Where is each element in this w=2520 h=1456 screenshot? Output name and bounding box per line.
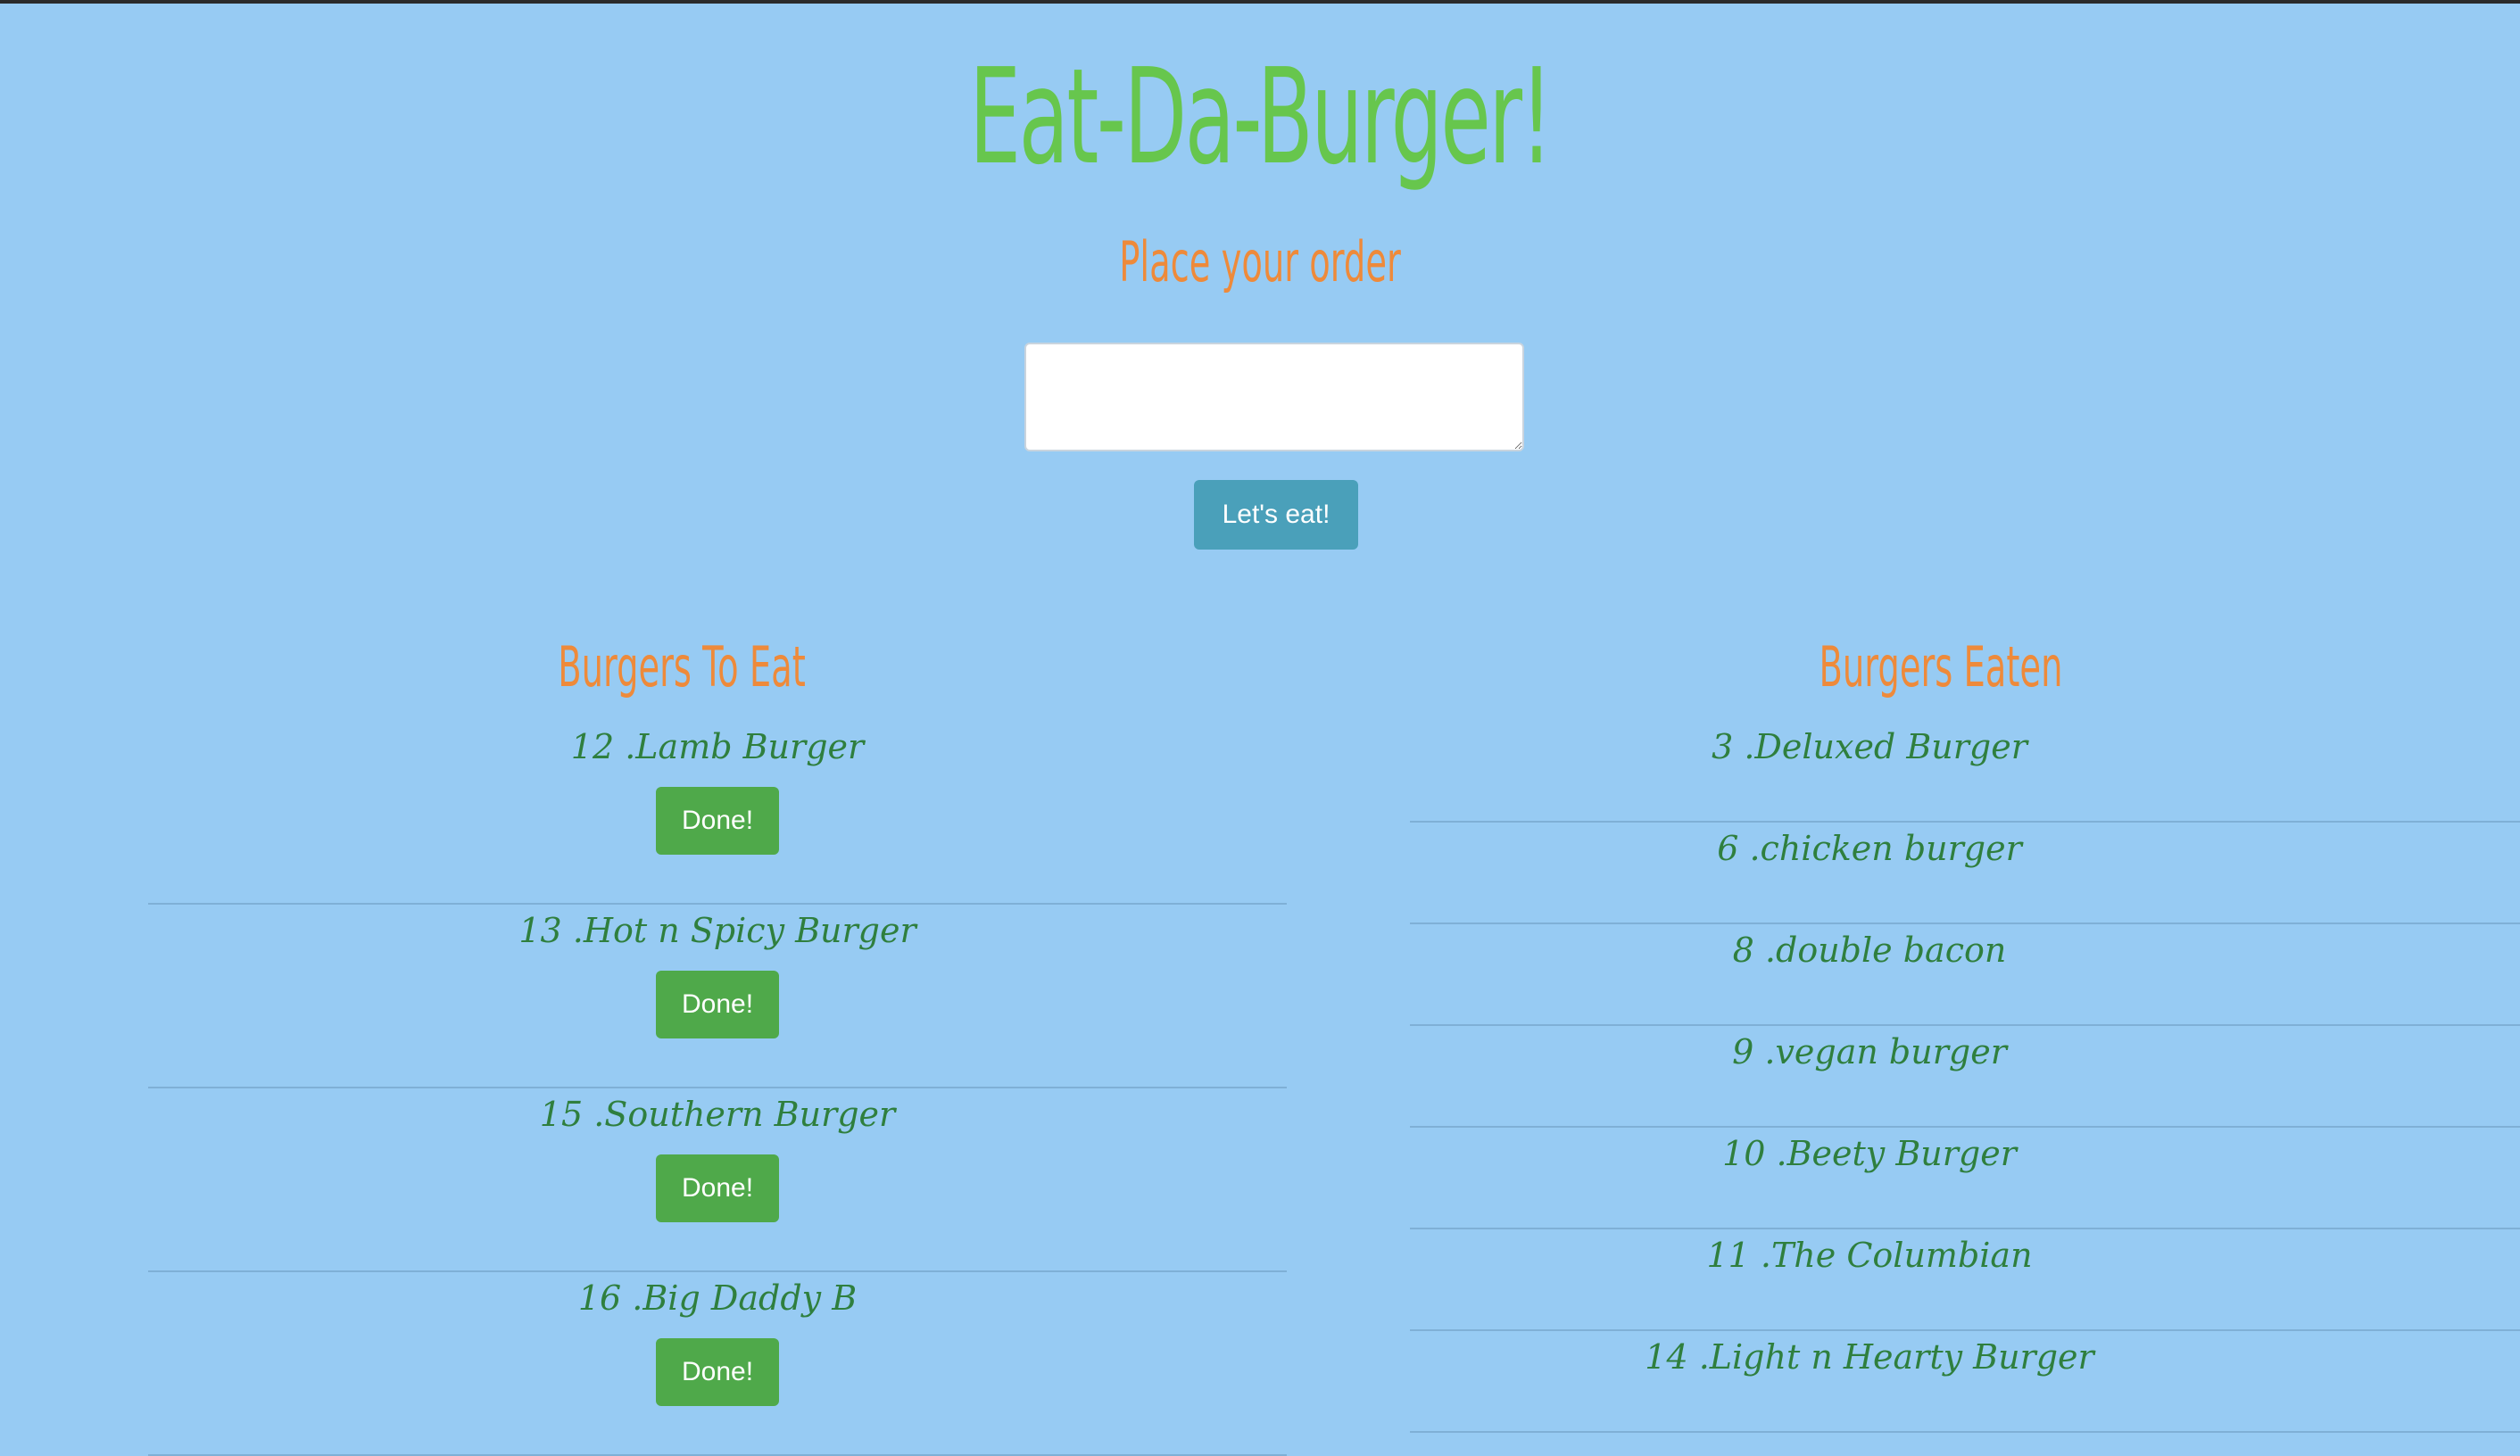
burger-name: 13 .Hot n Spicy Burger	[518, 911, 916, 950]
burger-name: 9 .vegan burger	[1732, 1032, 2007, 1071]
done-button[interactable]: Done!	[656, 971, 779, 1038]
burger-name: 10 .Beety Burger	[1722, 1134, 2017, 1173]
eaten-list-item: 10 .Beety Burger	[1410, 1128, 2520, 1229]
done-button[interactable]: Done!	[656, 1338, 779, 1406]
burger-name: 8 .double bacon	[1732, 931, 2007, 970]
burger-name: 3 .Deluxed Burger	[1712, 727, 2027, 766]
done-button[interactable]: Done!	[656, 1154, 779, 1222]
burgers-to-eat-heading: Burgers To Eat	[558, 634, 806, 699]
burger-name: 15 .Southern Burger	[539, 1095, 896, 1134]
burger-name: 12 .Lamb Burger	[570, 727, 865, 766]
burgers-eaten-heading: Burgers Eaten	[1819, 634, 2063, 699]
burger-order-input[interactable]	[1024, 343, 1524, 451]
eaten-list-item: 6 .chicken burger	[1410, 823, 2520, 924]
eaten-list-item: 3 .Deluxed Burger	[1410, 721, 2520, 823]
page-title: Eat-Da-Burger!	[969, 40, 1553, 194]
burgers-to-eat-list: 12 .Lamb Burger Done! 13 .Hot n Spicy Bu…	[148, 721, 1287, 1456]
eaten-list-item: 8 .double bacon	[1410, 924, 2520, 1026]
order-heading: Place your order	[1119, 229, 1401, 294]
eaten-list-item: 14 .Light n Hearty Burger	[1410, 1331, 2520, 1433]
burger-name: 6 .chicken burger	[1717, 829, 2022, 868]
to-eat-list-item: 13 .Hot n Spicy Burger Done!	[148, 905, 1287, 1088]
to-eat-list-item: 16 .Big Daddy B Done!	[148, 1272, 1287, 1456]
burger-name: 14 .Light n Hearty Burger	[1645, 1337, 2094, 1377]
burger-name: 16 .Big Daddy B	[577, 1278, 858, 1318]
eaten-list-item: 9 .vegan burger	[1410, 1026, 2520, 1128]
to-eat-list-item: 12 .Lamb Burger Done!	[148, 721, 1287, 905]
burger-name: 11 .The Columbian	[1706, 1236, 2033, 1275]
done-button[interactable]: Done!	[656, 787, 779, 855]
burgers-eaten-list: 3 .Deluxed Burger 6 .chicken burger 8 .d…	[1410, 721, 2520, 1433]
to-eat-list-item: 15 .Southern Burger Done!	[148, 1088, 1287, 1272]
eaten-list-item: 11 .The Columbian	[1410, 1229, 2520, 1331]
lets-eat-button[interactable]: Let's eat!	[1194, 480, 1358, 550]
